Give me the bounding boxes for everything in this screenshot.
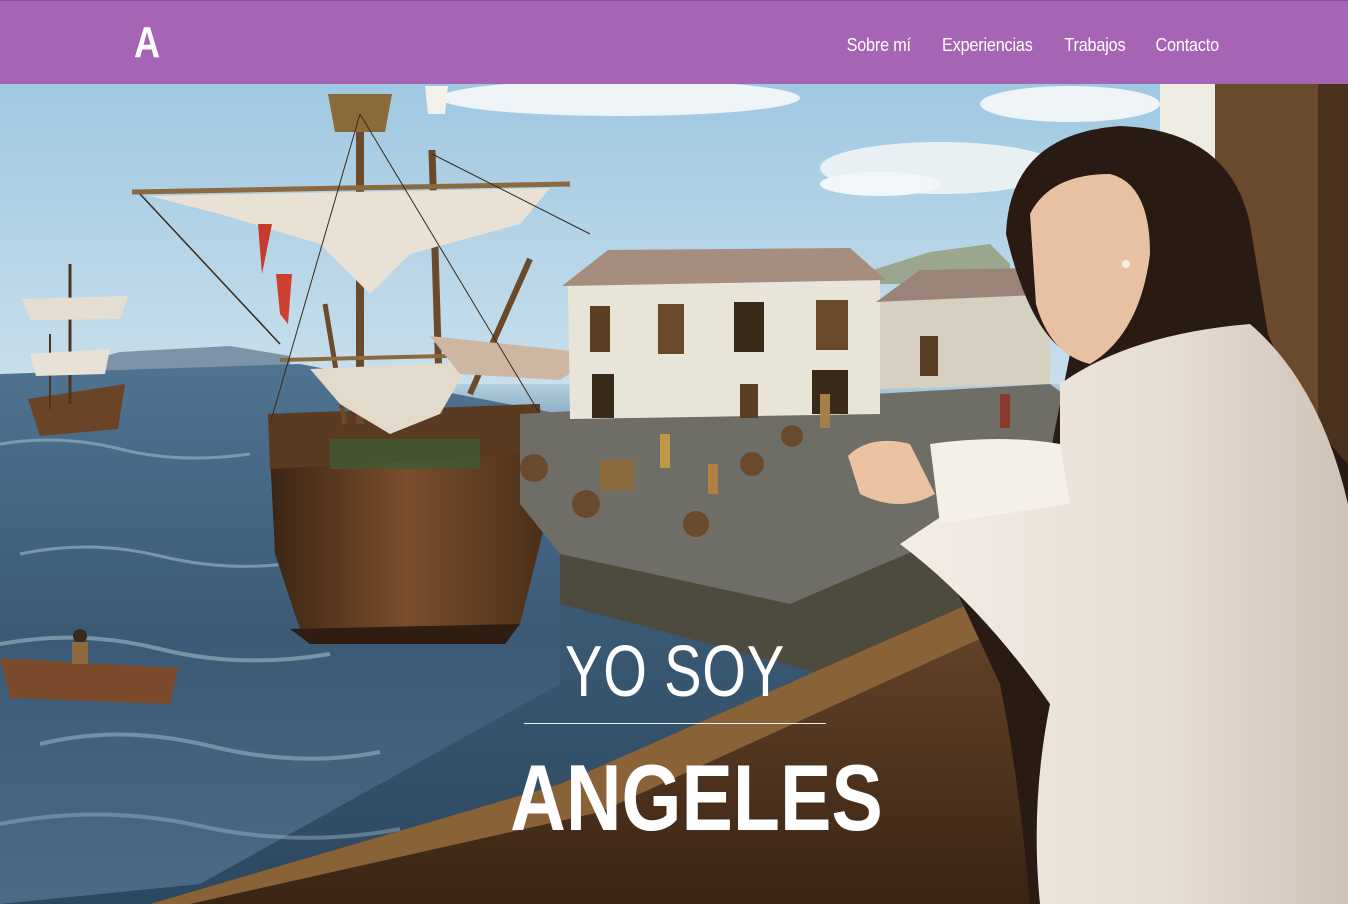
nav-link-experiencias[interactable]: Experiencias — [942, 31, 1033, 59]
nav-link-sobre-mi[interactable]: Sobre mí — [846, 31, 910, 59]
hero-background-image — [0, 84, 1348, 904]
nav-link-contacto[interactable]: Contacto — [1155, 31, 1219, 59]
nav-link-trabajos[interactable]: Trabajos — [1064, 31, 1125, 59]
top-navbar: A Sobre mí Experiencias Trabajos Contact… — [0, 0, 1348, 84]
main-nav: Sobre mí Experiencias Trabajos Contacto — [843, 31, 1222, 59]
hero-section: YO SOY ANGELES — [0, 84, 1348, 904]
brand-logo-link[interactable]: A — [134, 15, 160, 71]
